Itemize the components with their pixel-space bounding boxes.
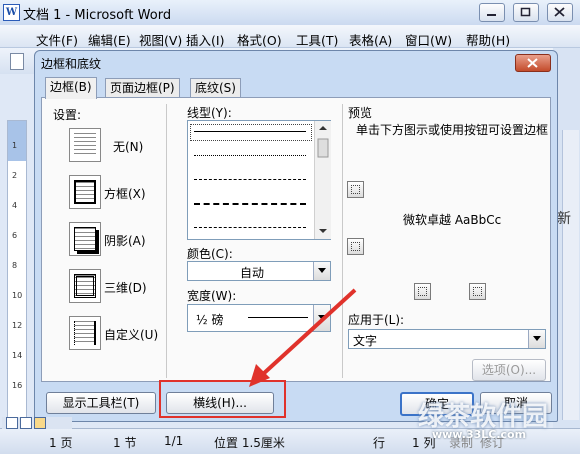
highlight-box [159,380,286,418]
annotation-arrow-icon [249,288,357,387]
status-line: 行 [373,436,386,450]
watermark-url: www.33LC.com [432,428,527,441]
print-view-icon[interactable] [34,417,46,429]
status-pages: 1/1 [164,434,184,448]
web-view-icon[interactable] [20,417,32,429]
status-position: 位置 1.5厘米 [214,436,285,450]
status-page: 1 页 [49,436,73,450]
normal-view-icon[interactable] [6,417,18,429]
status-section: 1 节 [113,436,137,450]
tab-borders[interactable]: 边框(B) [45,77,97,99]
